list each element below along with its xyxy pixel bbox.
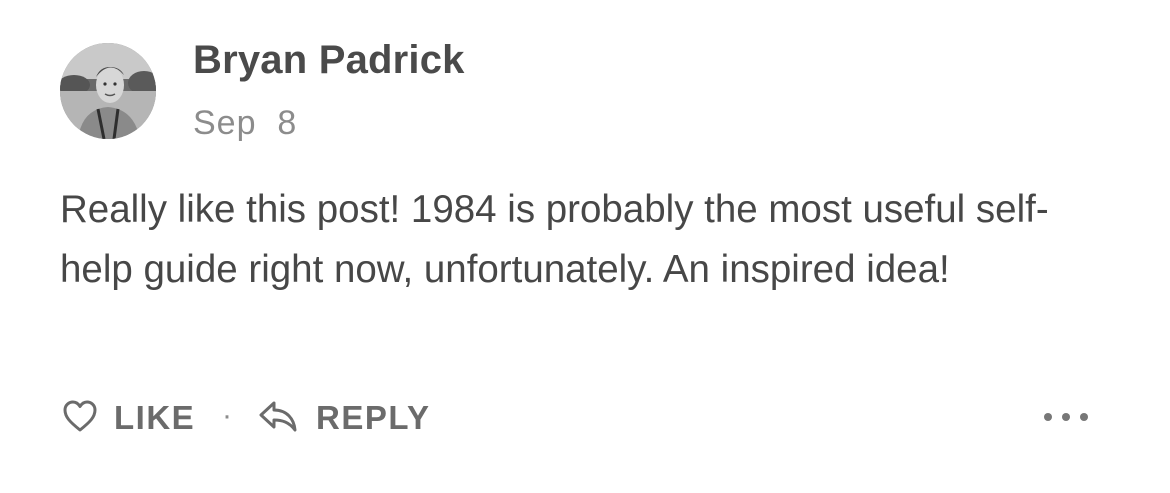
like-label: LIKE	[114, 399, 196, 436]
reply-label: REPLY	[316, 399, 431, 436]
comment-date[interactable]: Sep 8	[193, 104, 297, 143]
more-dot	[1080, 413, 1088, 421]
more-dot	[1044, 413, 1052, 421]
avatar[interactable]	[60, 43, 156, 139]
action-separator: ·	[222, 399, 232, 432]
comment-card: Bryan Padrick Sep 8 Really like this pos…	[0, 0, 1170, 493]
avatar-photo	[60, 43, 156, 139]
heart-outline-icon	[62, 399, 98, 438]
reply-arrow-icon	[258, 399, 298, 438]
comment-actions: LIKE · REPLY	[60, 395, 1110, 441]
author-name[interactable]: Bryan Padrick	[193, 38, 465, 83]
reply-button[interactable]: REPLY	[258, 395, 431, 441]
more-dot	[1062, 413, 1070, 421]
comment-text: Really like this post! 1984 is probably …	[60, 188, 1049, 291]
like-button[interactable]: LIKE	[62, 395, 195, 441]
more-options-icon[interactable]	[1044, 403, 1088, 431]
